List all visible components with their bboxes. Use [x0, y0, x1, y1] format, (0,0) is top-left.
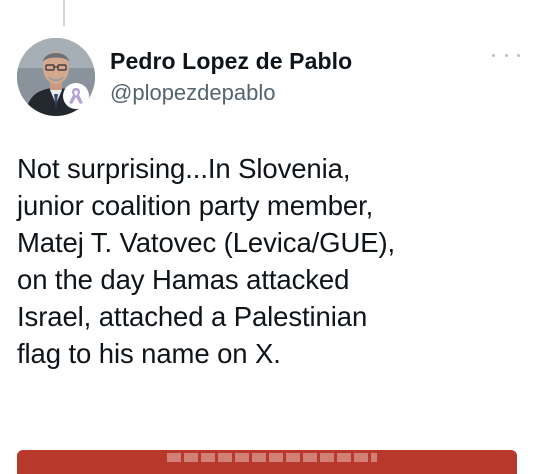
tweet-text-line: flag to his name on X.	[17, 338, 281, 369]
more-dot	[517, 53, 520, 57]
more-horizontal-icon[interactable]	[492, 44, 520, 66]
tweet-header: Pedro Lopez de Pablo @plopezdepablo	[17, 38, 520, 118]
tweet-text-line: Not surprising...In Slovenia,	[17, 153, 351, 184]
tweet-text-line: junior coalition party member,	[17, 190, 374, 221]
attached-media-cutoff[interactable]	[17, 450, 517, 474]
tweet-text-line: on the day Hamas attacked	[17, 264, 350, 295]
author-handle[interactable]: @plopezdepablo	[110, 80, 275, 106]
tweet-text: Not surprising...In Slovenia, junior coa…	[17, 150, 522, 372]
author-display-name[interactable]: Pedro Lopez de Pablo	[110, 48, 352, 75]
more-dot	[504, 53, 508, 57]
more-dot	[492, 53, 495, 57]
tweet-text-line: Matej T. Vatovec (Levica/GUE),	[17, 227, 396, 258]
thread-connector-line	[63, 0, 65, 26]
tweet-text-line: Israel, attached a Palestinian	[17, 301, 368, 332]
awareness-ribbon-icon	[63, 83, 89, 109]
cutoff-media-text	[167, 453, 377, 462]
